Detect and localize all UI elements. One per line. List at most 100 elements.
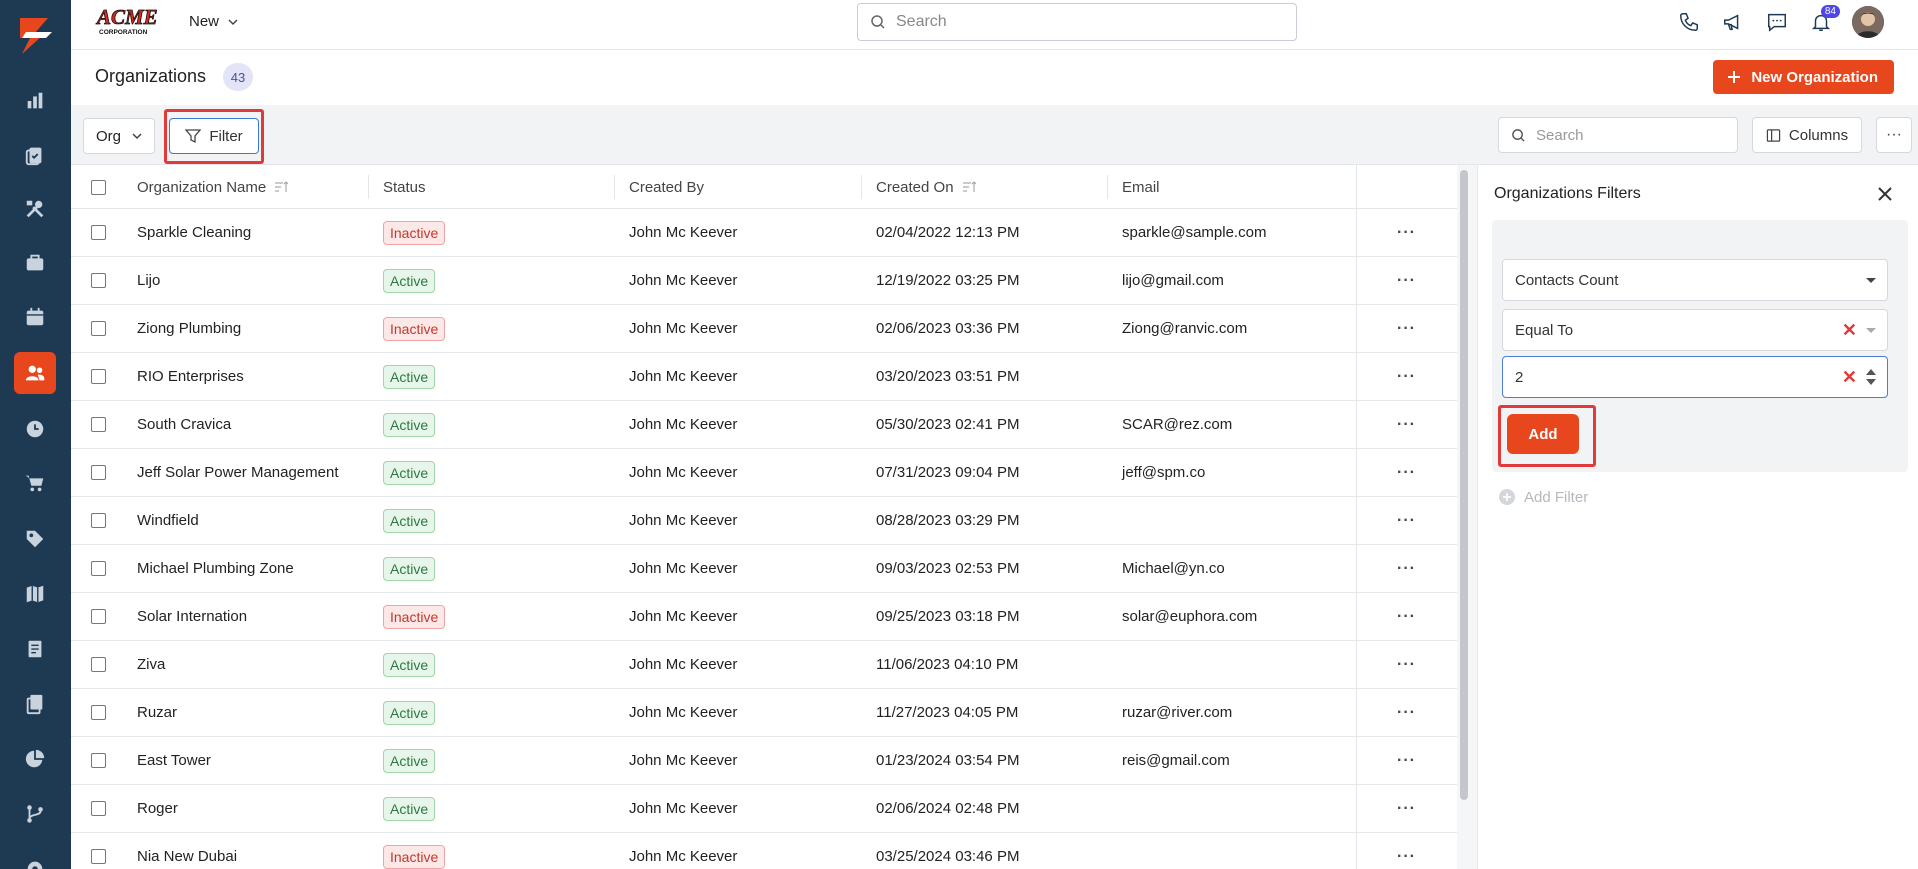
- row-checkbox[interactable]: [91, 801, 106, 816]
- workflow-icon[interactable]: [14, 793, 56, 835]
- column-header-email[interactable]: Email: [1122, 165, 1160, 209]
- table-row[interactable]: Lijo Active John Mc Keever 12/19/2022 03:25…: [71, 257, 1457, 305]
- number-stepper-icon[interactable]: [1865, 367, 1877, 387]
- organization-name-cell[interactable]: Windfield: [137, 497, 199, 544]
- row-checkbox[interactable]: [91, 657, 106, 672]
- briefcase-icon[interactable]: [14, 242, 56, 284]
- organization-name-cell[interactable]: Roger: [137, 785, 178, 832]
- organization-name-cell[interactable]: East Tower: [137, 737, 211, 784]
- user-avatar[interactable]: [1852, 6, 1884, 38]
- row-checkbox[interactable]: [91, 321, 106, 336]
- row-checkbox[interactable]: [91, 417, 106, 432]
- organization-name-cell[interactable]: Lijo: [137, 257, 160, 304]
- row-checkbox[interactable]: [91, 753, 106, 768]
- organization-name-cell[interactable]: Ziva: [137, 641, 165, 688]
- row-actions-menu-icon[interactable]: ···: [1397, 593, 1416, 640]
- invoice-icon[interactable]: [14, 628, 56, 670]
- chart-icon[interactable]: [14, 80, 56, 122]
- map-icon[interactable]: [14, 573, 56, 615]
- row-actions-menu-icon[interactable]: ···: [1397, 209, 1416, 256]
- users-icon[interactable]: [14, 352, 56, 394]
- organization-name-cell[interactable]: Sparkle Cleaning: [137, 209, 251, 256]
- filter-button[interactable]: Filter: [169, 118, 259, 154]
- organization-name-cell[interactable]: South Cravica: [137, 401, 231, 448]
- table-row[interactable]: Solar Internation Inactive John Mc Keever 0…: [71, 593, 1457, 641]
- table-row[interactable]: Ruzar Active John Mc Keever 11/27/2023 04:0…: [71, 689, 1457, 737]
- sort-icon[interactable]: [962, 181, 976, 193]
- column-header-status[interactable]: Status: [383, 165, 426, 209]
- column-header-created-on[interactable]: Created On: [876, 165, 976, 209]
- table-row[interactable]: Jeff Solar Power Management Active John Mc…: [71, 449, 1457, 497]
- table-row[interactable]: Sparkle Cleaning Inactive John Mc Keever 02…: [71, 209, 1457, 257]
- calendar-icon[interactable]: [14, 296, 56, 338]
- organization-name-cell[interactable]: Jeff Solar Power Management: [137, 449, 339, 496]
- table-row[interactable]: RIO Enterprises Active John Mc Keever 03/20…: [71, 353, 1457, 401]
- row-checkbox[interactable]: [91, 849, 106, 864]
- row-actions-menu-icon[interactable]: ···: [1397, 737, 1416, 784]
- row-actions-menu-icon[interactable]: ···: [1397, 497, 1416, 544]
- table-row[interactable]: Roger Active John Mc Keever 02/06/2024 02:4…: [71, 785, 1457, 833]
- app-logo-icon[interactable]: [12, 12, 58, 58]
- filter-operator-select[interactable]: Equal To ✕: [1502, 309, 1888, 351]
- add-filter-rule-button[interactable]: Add: [1507, 414, 1579, 454]
- row-actions-menu-icon[interactable]: ···: [1397, 641, 1416, 688]
- megaphone-icon[interactable]: [1720, 9, 1746, 35]
- global-search-input[interactable]: Search: [857, 3, 1297, 41]
- row-actions-menu-icon[interactable]: ···: [1397, 401, 1416, 448]
- clipboard-icon[interactable]: [14, 134, 56, 176]
- row-actions-menu-icon[interactable]: ···: [1397, 785, 1416, 832]
- filter-field-select[interactable]: Contacts Count: [1502, 259, 1888, 301]
- table-row[interactable]: Ziva Active John Mc Keever 11/06/2023 04:10…: [71, 641, 1457, 689]
- settings-icon[interactable]: [14, 848, 56, 869]
- tools-icon[interactable]: [14, 188, 56, 230]
- new-organization-button[interactable]: New Organization: [1713, 60, 1894, 94]
- table-row[interactable]: East Tower Active John Mc Keever 01/23/2024…: [71, 737, 1457, 785]
- chat-icon[interactable]: [1764, 9, 1790, 35]
- row-checkbox[interactable]: [91, 225, 106, 240]
- row-checkbox[interactable]: [91, 465, 106, 480]
- row-actions-menu-icon[interactable]: ···: [1397, 449, 1416, 496]
- organization-name-cell[interactable]: Solar Internation: [137, 593, 247, 640]
- table-row[interactable]: Nia New Dubai Inactive John Mc Keever 03/25…: [71, 833, 1457, 869]
- org-view-select[interactable]: Org: [83, 118, 155, 154]
- row-checkbox[interactable]: [91, 609, 106, 624]
- table-scrollbar-thumb[interactable]: [1460, 170, 1468, 800]
- table-row[interactable]: South Cravica Active John Mc Keever 05/30/2…: [71, 401, 1457, 449]
- organization-name-cell[interactable]: Michael Plumbing Zone: [137, 545, 294, 592]
- row-actions-menu-icon[interactable]: ···: [1397, 257, 1416, 304]
- cart-icon[interactable]: [14, 462, 56, 504]
- clear-value-icon[interactable]: ✕: [1842, 367, 1857, 388]
- clock-icon[interactable]: [14, 408, 56, 450]
- row-checkbox[interactable]: [91, 369, 106, 384]
- organization-name-cell[interactable]: Ruzar: [137, 689, 177, 736]
- row-actions-menu-icon[interactable]: ···: [1397, 353, 1416, 400]
- row-checkbox[interactable]: [91, 705, 106, 720]
- more-options-button[interactable]: ···: [1876, 117, 1912, 153]
- table-row[interactable]: Ziong Plumbing Inactive John Mc Keever 02/0…: [71, 305, 1457, 353]
- row-actions-menu-icon[interactable]: ···: [1397, 305, 1416, 352]
- new-menu-button[interactable]: New: [189, 13, 239, 30]
- table-search-input[interactable]: Search: [1498, 117, 1738, 153]
- column-header-organization-name[interactable]: Organization Name: [137, 165, 289, 209]
- row-actions-menu-icon[interactable]: ···: [1397, 689, 1416, 736]
- clear-operator-icon[interactable]: ✕: [1842, 320, 1857, 341]
- row-checkbox[interactable]: [91, 561, 106, 576]
- column-header-created-by[interactable]: Created By: [629, 165, 704, 209]
- table-row[interactable]: Windfield Active John Mc Keever 08/28/2023 …: [71, 497, 1457, 545]
- bell-icon[interactable]: 84: [1808, 5, 1840, 35]
- organization-name-cell[interactable]: Ziong Plumbing: [137, 305, 241, 352]
- pie-chart-icon[interactable]: [14, 738, 56, 780]
- row-checkbox[interactable]: [91, 513, 106, 528]
- acme-corporation-logo[interactable]: ACME CORPORATION: [95, 4, 167, 36]
- organization-name-cell[interactable]: RIO Enterprises: [137, 353, 244, 400]
- row-checkbox[interactable]: [91, 273, 106, 288]
- select-all-checkbox[interactable]: [91, 179, 106, 195]
- row-actions-menu-icon[interactable]: ···: [1397, 545, 1416, 592]
- documents-icon[interactable]: [14, 683, 56, 725]
- add-filter-link[interactable]: Add Filter: [1498, 488, 1588, 506]
- row-actions-menu-icon[interactable]: ···: [1397, 833, 1416, 869]
- close-icon[interactable]: [1874, 183, 1896, 205]
- organization-name-cell[interactable]: Nia New Dubai: [137, 833, 237, 869]
- tag-icon[interactable]: [14, 518, 56, 560]
- filter-value-input[interactable]: 2 ✕: [1502, 356, 1888, 398]
